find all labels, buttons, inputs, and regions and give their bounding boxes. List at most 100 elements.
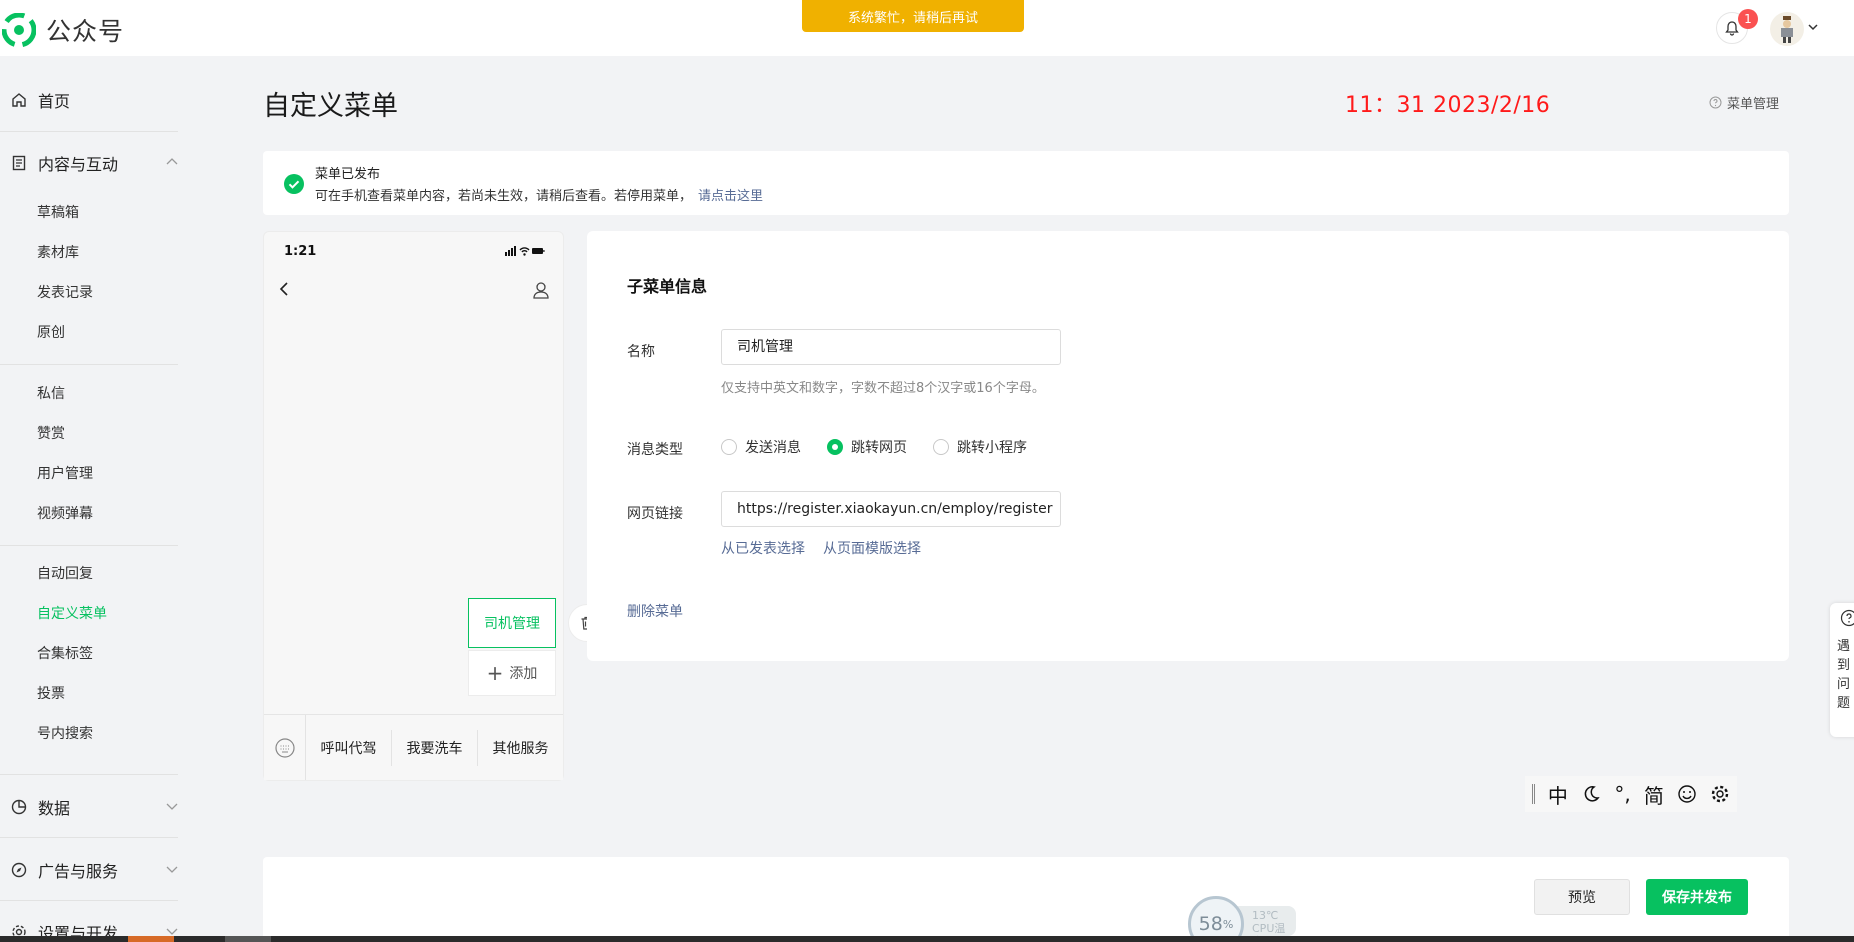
sidebar-group-ads[interactable]: 广告与服务: [10, 855, 180, 885]
feedback-char: 题: [1837, 696, 1851, 711]
radio-send-message[interactable]: 发送消息: [721, 437, 801, 457]
user-profile-icon[interactable]: [531, 280, 551, 300]
notification-badge: 1: [1738, 9, 1758, 29]
question-circle-icon: [1709, 96, 1722, 109]
keyboard-icon: [274, 737, 295, 758]
sidebar-group-content[interactable]: 内容与互动: [10, 148, 180, 178]
preview-button[interactable]: 预览: [1534, 879, 1630, 915]
wechat-mp-logo-icon: [2, 13, 36, 47]
menu-tab-call-driver[interactable]: 呼叫代驾: [306, 729, 392, 766]
ime-toolbar: 中 °, 简: [1525, 776, 1737, 812]
notice-description: 可在手机查看菜单内容，若尚未生效，请稍后查看。若停用菜单， 请点击这里: [315, 185, 763, 204]
emoji-icon[interactable]: [1677, 784, 1697, 804]
radio-circle: [933, 439, 949, 455]
sidebar-item-user-management[interactable]: 用户管理: [37, 463, 93, 485]
avatar[interactable]: [1770, 12, 1804, 46]
sidebar-item-rewards[interactable]: 赞赏: [37, 423, 65, 445]
ime-drag-handle[interactable]: [1531, 784, 1535, 804]
sidebar-item-materials[interactable]: 素材库: [37, 242, 79, 264]
sidebar-item-home[interactable]: 首页: [10, 85, 180, 115]
ime-script-toggle[interactable]: 简: [1644, 780, 1664, 809]
sidebar-item-custom-menu[interactable]: 自定义菜单: [37, 603, 107, 625]
keyboard-toggle[interactable]: [264, 715, 306, 780]
back-arrow-icon[interactable]: [278, 280, 292, 298]
radio-label: 跳转网页: [851, 440, 907, 456]
sidebar-item-video-danmaku[interactable]: 视频弹幕: [37, 503, 93, 525]
sidebar-item-publish-records[interactable]: 发表记录: [37, 282, 93, 304]
radio-jump-miniprogram[interactable]: 跳转小程序: [933, 437, 1027, 457]
radio-jump-webpage[interactable]: 跳转网页: [827, 437, 907, 457]
cpu-temp: 13℃: [1252, 909, 1279, 922]
moon-icon[interactable]: [1581, 784, 1601, 804]
sidebar-group-label: 数据: [38, 799, 71, 818]
delete-menu-link[interactable]: 删除菜单: [627, 601, 683, 621]
settings-gear-icon[interactable]: [1710, 784, 1730, 804]
publish-notice: 菜单已发布 可在手机查看菜单内容，若尚未生效，请稍后查看。若停用菜单， 请点击这里: [263, 151, 1789, 215]
taskbar-tab[interactable]: [128, 936, 174, 942]
message-type-label: 消息类型: [627, 442, 683, 458]
phone-menu-bar: 呼叫代驾 我要洗车 其他服务: [264, 714, 563, 780]
pick-template-link[interactable]: 从页面模版选择: [823, 538, 921, 558]
sidebar-divider: [0, 545, 178, 546]
menu-tab-other-services[interactable]: 其他服务: [478, 730, 563, 766]
sidebar-divider: [0, 837, 178, 838]
help-link-label: 菜单管理: [1727, 97, 1780, 112]
compass-icon: [11, 862, 27, 878]
submenu-editor: 子菜单信息 名称 司机管理 仅支持中英文和数字，字数不超过8个汉字或16个字母。…: [587, 231, 1789, 661]
sidebar-divider: [0, 774, 178, 775]
plus-icon: +: [486, 661, 504, 685]
menu-tab-car-wash[interactable]: 我要洗车: [392, 729, 478, 766]
action-bar: 预览 保存并发布: [263, 857, 1789, 942]
question-circle-icon: [1840, 609, 1854, 627]
sidebar-item-auto-reply[interactable]: 自动回复: [37, 563, 93, 585]
sidebar-item-collection-tags[interactable]: 合集标签: [37, 643, 93, 665]
sidebar-item-inner-search[interactable]: 号内搜索: [37, 723, 93, 745]
name-label: 名称: [627, 344, 655, 360]
account-chevron-down-icon[interactable]: [1804, 18, 1822, 36]
radio-label: 发送消息: [745, 440, 801, 456]
app-title: 公众号: [46, 17, 125, 46]
chevron-down-icon: [166, 803, 178, 810]
ime-punctuation-toggle[interactable]: °,: [1614, 782, 1630, 806]
avatar-figure-icon: [1781, 16, 1793, 43]
sidebar: 首页 内容与互动 草稿箱 素材库 发表记录 原创 私信 赞赏 用户管理 视频弹幕…: [0, 56, 240, 942]
url-input[interactable]: https://register.xiaokayun.cn/employ/reg…: [721, 491, 1061, 527]
page-title: 自定义菜单: [263, 91, 398, 122]
notice-description-text: 可在手机查看菜单内容，若尚未生效，请稍后查看。若停用菜单，: [315, 189, 693, 204]
phone-preview: 1:21 司机管理 + 添加 呼叫代驾 我要洗车 其他服务: [263, 231, 606, 781]
menu-management-help-link[interactable]: 菜单管理: [1709, 93, 1779, 112]
sidebar-group-label: 内容与互动: [38, 155, 119, 174]
sidebar-divider: [0, 364, 178, 365]
url-source-links: 从已发表选择 从页面模版选择: [721, 538, 939, 558]
url-label: 网页链接: [627, 506, 683, 522]
radio-circle: [721, 439, 737, 455]
cpu-temp-pill: 13℃ CPU温度: [1238, 906, 1296, 942]
taskbar-tab[interactable]: [225, 936, 271, 942]
sidebar-item-label: 首页: [38, 92, 71, 111]
logo[interactable]: 公众号: [2, 12, 124, 48]
cpu-percent: 58: [1198, 913, 1223, 935]
save-and-publish-button[interactable]: 保存并发布: [1646, 879, 1748, 915]
pick-published-link[interactable]: 从已发表选择: [721, 538, 805, 558]
submenu-item-selected[interactable]: 司机管理: [468, 598, 556, 648]
sidebar-group-data[interactable]: 数据: [10, 792, 180, 822]
add-submenu-button[interactable]: + 添加: [468, 650, 556, 696]
sidebar-item-vote[interactable]: 投票: [37, 683, 65, 705]
sidebar-divider: [0, 131, 178, 132]
home-icon: [12, 93, 26, 107]
add-submenu-label: 添加: [509, 666, 538, 682]
top-bar: 公众号 系统繁忙，请稍后再试 1: [0, 0, 1854, 56]
sidebar-divider: [0, 900, 178, 901]
notice-title: 菜单已发布: [315, 167, 381, 182]
menu-name-input[interactable]: 司机管理: [721, 329, 1061, 365]
ime-mode-toggle[interactable]: 中: [1548, 780, 1568, 809]
clock-overlay: 11：31 2023/2/16: [1345, 93, 1551, 118]
sidebar-item-messages[interactable]: 私信: [37, 383, 65, 405]
sidebar-item-original[interactable]: 原创: [37, 322, 65, 344]
message-type-radio-group: 发送消息 跳转网页 跳转小程序: [721, 437, 1053, 457]
feedback-char: 到: [1837, 658, 1851, 673]
phone-status-time: 1:21: [284, 244, 317, 259]
feedback-tab[interactable]: 遇 到 问 题: [1830, 603, 1854, 737]
disable-menu-link[interactable]: 请点击这里: [698, 189, 763, 204]
sidebar-item-drafts[interactable]: 草稿箱: [37, 202, 79, 224]
